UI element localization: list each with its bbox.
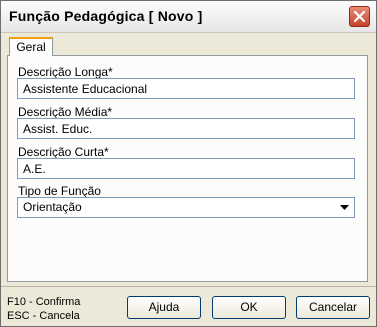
close-icon [354, 11, 365, 22]
close-button[interactable] [349, 6, 370, 27]
hint-confirm: F10 - Confirma [7, 296, 81, 308]
descricao-curta-label: Descrição Curta* [18, 145, 109, 159]
cancel-button[interactable]: Cancelar [296, 296, 370, 319]
descricao-longa-label: Descrição Longa* [18, 65, 113, 79]
ok-button[interactable]: OK [212, 296, 286, 319]
tipo-funcao-value: Orientação [23, 200, 82, 214]
tipo-funcao-select[interactable]: Orientação [17, 197, 355, 218]
footer-divider [1, 286, 376, 287]
descricao-media-label: Descrição Média* [18, 105, 113, 119]
chevron-down-icon [340, 205, 349, 210]
tab-geral[interactable]: Geral [9, 37, 53, 56]
hint-cancel: ESC - Cancela [7, 310, 80, 322]
descricao-media-input[interactable] [17, 118, 355, 139]
window-title: Função Pedagógica [ Novo ] [9, 8, 203, 24]
tipo-funcao-label: Tipo de Função [18, 184, 101, 198]
dialog-window: Função Pedagógica [ Novo ] Geral Descriç… [0, 0, 377, 327]
title-bar[interactable]: Função Pedagógica [ Novo ] [1, 1, 376, 33]
help-button[interactable]: Ajuda [127, 296, 201, 319]
descricao-curta-input[interactable] [17, 158, 355, 179]
descricao-longa-input[interactable] [17, 78, 355, 99]
